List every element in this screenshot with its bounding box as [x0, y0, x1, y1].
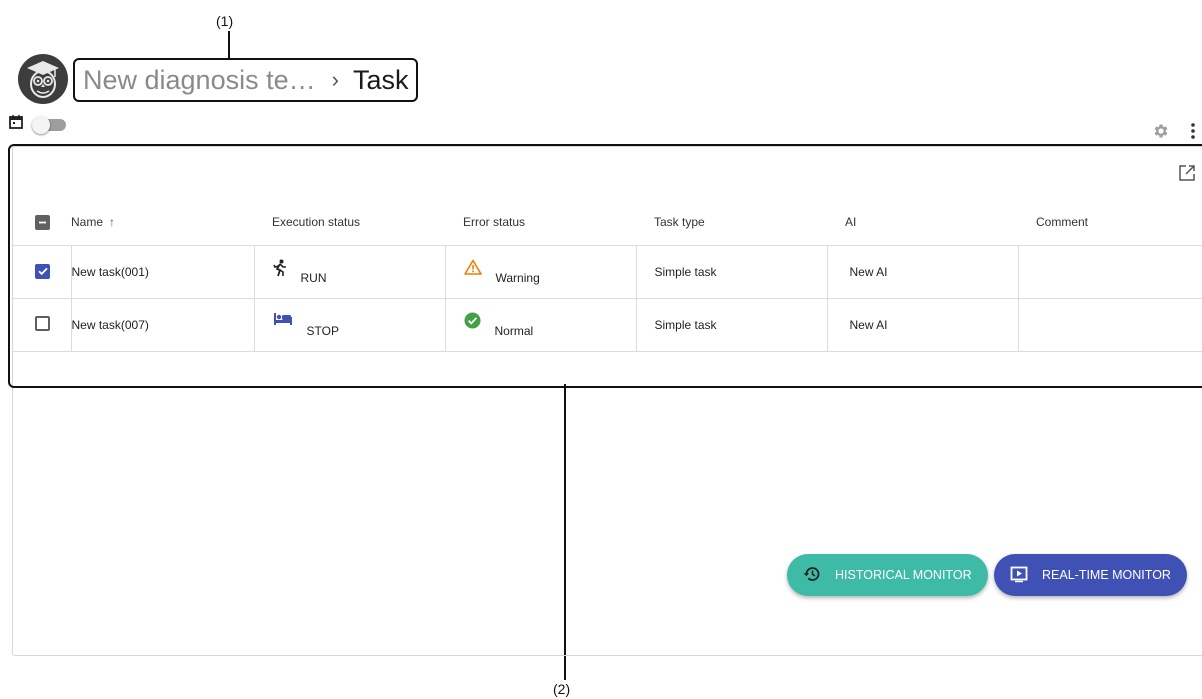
ai-cell: New AI — [826, 245, 1018, 299]
more-vertical-icon[interactable] — [1190, 122, 1196, 145]
error-status-cell: Normal — [444, 298, 636, 352]
live-play-icon — [1010, 565, 1028, 586]
settings-gear-icon[interactable] — [1152, 122, 1170, 145]
comment-cell — [1017, 245, 1202, 299]
owl-avatar-icon — [18, 54, 68, 104]
warning-icon — [463, 259, 482, 278]
breadcrumb: New diagnosis te… › Task — [73, 58, 419, 102]
select-all-cell — [13, 199, 71, 246]
table-row[interactable]: New task(001) RUN Warning Simple task Ne… — [13, 245, 1202, 299]
real-time-monitor-label: REAL-TIME MONITOR — [1042, 568, 1171, 582]
task-type-cell: Simple task — [635, 245, 827, 299]
column-label-name: Name — [71, 215, 104, 229]
sleep-bed-icon — [273, 312, 293, 329]
task-table: Name ↑ Execution status Error status Task… — [13, 199, 1202, 352]
task-type-cell: Simple task — [635, 298, 827, 352]
row-select-cell — [13, 245, 71, 299]
task-name: New task(007) — [70, 298, 254, 352]
comment-cell — [1017, 298, 1202, 352]
error-status-cell: Warning — [444, 245, 636, 299]
toolbar-right — [1152, 122, 1196, 145]
select-all-checkbox[interactable] — [35, 214, 50, 230]
historical-monitor-button[interactable]: HISTORICAL MONITOR — [787, 554, 988, 596]
table-header-row: Name ↑ Execution status Error status Task… — [13, 199, 1202, 246]
column-header-comment[interactable]: Comment — [1018, 199, 1202, 246]
row-checkbox[interactable] — [35, 316, 50, 331]
error-status-text: Warning — [495, 271, 540, 285]
callout-label-1: (1) — [216, 13, 234, 29]
column-header-name[interactable]: Name ↑ — [71, 199, 254, 246]
row-checkbox[interactable] — [35, 263, 50, 279]
history-icon — [803, 565, 821, 586]
sort-ascending-icon[interactable]: ↑ — [109, 215, 115, 229]
callout-line-1 — [228, 31, 230, 58]
run-icon — [272, 259, 287, 280]
breadcrumb-current: Task — [352, 64, 409, 95]
toolbar-left — [8, 114, 66, 135]
calendar-icon[interactable] — [8, 114, 24, 135]
task-name: New task(001) — [70, 245, 254, 299]
error-status-text: Normal — [494, 324, 534, 338]
historical-monitor-label: HISTORICAL MONITOR — [835, 568, 972, 582]
execution-status-text: STOP — [306, 324, 339, 338]
breadcrumb-separator-icon: › — [331, 67, 339, 92]
real-time-monitor-button[interactable]: REAL-TIME MONITOR — [994, 554, 1187, 596]
callout-label-2: (2) — [553, 681, 571, 697]
execution-status-cell: STOP — [253, 298, 445, 352]
row-select-cell — [13, 298, 71, 352]
column-header-execution-status[interactable]: Execution status — [254, 199, 445, 246]
ai-cell: New AI — [826, 298, 1018, 352]
column-header-error-status[interactable]: Error status — [445, 199, 636, 246]
check-circle-icon — [464, 312, 481, 332]
switch-thumb — [32, 115, 50, 134]
breadcrumb-parent-link[interactable]: New diagnosis te… — [83, 65, 316, 96]
table-row[interactable]: New task(007) STOP Normal Simple task Ne… — [13, 298, 1202, 352]
calendar-toggle-switch[interactable] — [32, 115, 66, 134]
execution-status-text: RUN — [300, 271, 327, 285]
open-in-new-icon[interactable] — [1178, 164, 1196, 187]
column-header-task-type[interactable]: Task type — [636, 199, 827, 246]
column-header-ai[interactable]: AI — [827, 199, 1018, 246]
execution-status-cell: RUN — [253, 245, 445, 299]
